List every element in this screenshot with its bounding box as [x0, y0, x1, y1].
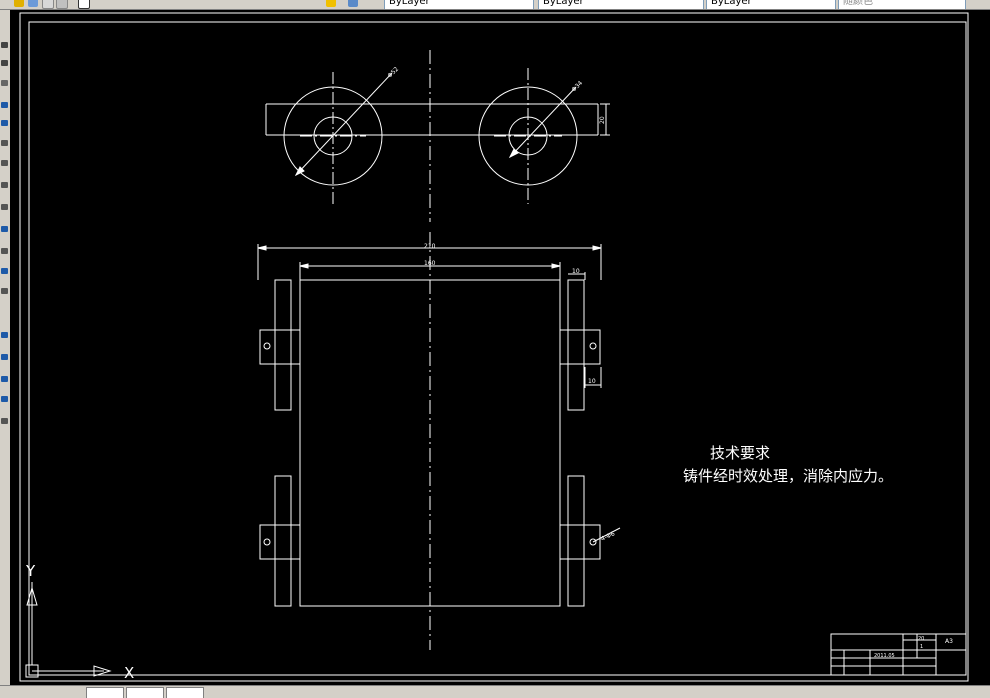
tech-notes-text: 铸件经时效处理，消除内应力。: [683, 467, 893, 485]
inner-border: [28, 21, 967, 676]
overall-width-label: 210: [424, 243, 436, 250]
tab-model[interactable]: [86, 687, 124, 698]
right-dia-leader: [509, 86, 577, 158]
height-dim-label: 20: [599, 116, 606, 124]
rectangle-tool-icon[interactable]: [1, 120, 8, 126]
circle-tool-icon[interactable]: [1, 160, 8, 166]
ucs-x-label: X: [124, 664, 134, 682]
inner-arrow-left: [299, 263, 309, 269]
layer-dropdown[interactable]: ByLayer: [384, 0, 534, 9]
top-view: [265, 50, 610, 222]
flange-offset-label: 10: [588, 378, 596, 385]
tb-date: 2011.05: [874, 653, 895, 659]
gradient-tool-icon[interactable]: [1, 354, 8, 360]
render-sun-icon[interactable]: [326, 0, 336, 7]
layout-tabs-bar: [0, 685, 990, 698]
hole-callout-label: 4-Φ6: [600, 530, 616, 543]
right-lower-flange: [567, 475, 585, 607]
make-block-icon[interactable]: [1, 268, 8, 274]
arc-tool-icon[interactable]: [1, 140, 8, 146]
properties-toolbar: ByLayer ByLayer ByLayer 随颜色: [0, 0, 990, 10]
plotstyle-dropdown[interactable]: 随颜色: [838, 0, 966, 9]
overall-arrow-right: [592, 245, 602, 251]
match-properties-icon[interactable]: [28, 0, 38, 7]
tb-sheet: A3: [945, 638, 953, 645]
table-tool-icon[interactable]: [1, 396, 8, 402]
line-tool-icon[interactable]: [1, 42, 8, 48]
ucs-y-label: Y: [25, 562, 36, 580]
outer-border: [19, 12, 969, 682]
tech-notes-heading: 技术要求: [710, 444, 770, 462]
ellipse-tool-icon[interactable]: [1, 226, 8, 232]
color-swatch-icon[interactable]: [78, 0, 90, 9]
right-upper-flange: [567, 279, 585, 411]
hatch-tool-icon[interactable]: [1, 332, 8, 338]
drawing-canvas[interactable]: Φ52 Φ34 20 210 160 10 10 4-Φ6 技术要求 铸件经时效…: [10, 10, 990, 685]
layer-icon[interactable]: [14, 0, 24, 7]
tb-qty: 1: [920, 644, 923, 650]
inner-width-label: 160: [424, 260, 436, 267]
right-dia-label: Φ34: [570, 80, 584, 94]
left-upper-flange: [274, 279, 292, 411]
linetype-dropdown[interactable]: ByLayer: [538, 0, 704, 9]
tab-layout2[interactable]: [166, 687, 204, 698]
spline-tool-icon[interactable]: [1, 204, 8, 210]
insert-block-icon[interactable]: [1, 248, 8, 254]
polygon-tool-icon[interactable]: [1, 102, 8, 108]
revcloud-tool-icon[interactable]: [1, 182, 8, 188]
polyline-tool-icon[interactable]: [1, 80, 8, 86]
left-dia-label: Φ52: [386, 66, 400, 80]
flange-width-label: 10: [572, 268, 580, 275]
right-upper-hole: [589, 342, 597, 350]
region-tool-icon[interactable]: [1, 376, 8, 382]
drawing-svg[interactable]: Φ52 Φ34 20 210 160 10 10 4-Φ6 技术要求 铸件经时效…: [10, 10, 990, 685]
left-upper-lug: [259, 329, 301, 365]
lineweight-dropdown[interactable]: ByLayer: [706, 0, 836, 9]
tab-layout1[interactable]: [126, 687, 164, 698]
left-lower-lug: [259, 524, 301, 560]
ucs-icon: [25, 582, 112, 678]
tb-scale: 20: [918, 636, 924, 642]
layer-previous-icon[interactable]: [56, 0, 68, 9]
construction-line-icon[interactable]: [1, 60, 8, 66]
left-lower-flange: [274, 475, 292, 607]
overall-arrow-left: [257, 245, 267, 251]
point-tool-icon[interactable]: [1, 288, 8, 294]
inner-arrow-right: [551, 263, 561, 269]
left-lower-hole: [263, 538, 271, 546]
layer-states-icon[interactable]: [42, 0, 54, 9]
right-upper-lug: [559, 329, 601, 365]
mtext-tool-icon[interactable]: [1, 418, 8, 424]
render-cube-icon[interactable]: [348, 0, 358, 7]
left-upper-hole: [263, 342, 271, 350]
front-view: [257, 232, 621, 650]
